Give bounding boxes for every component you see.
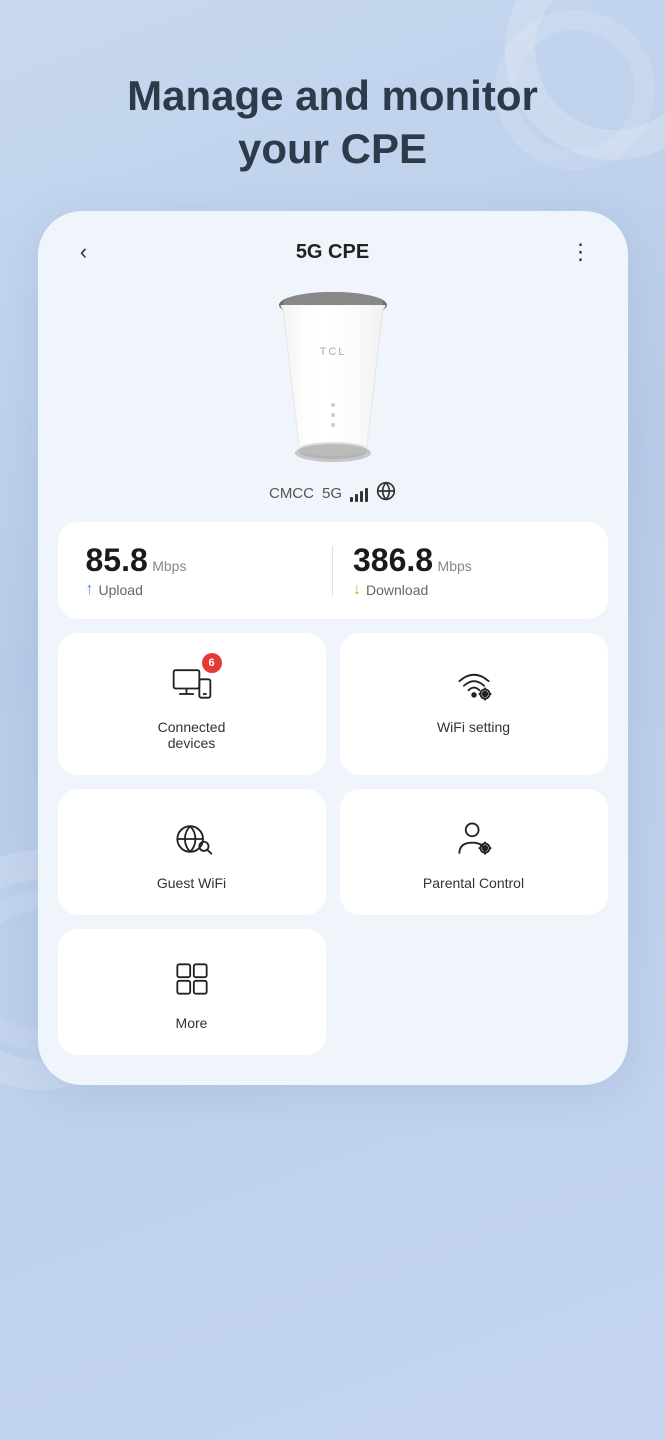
router-area: TCL CMCC 5G xyxy=(38,265,628,522)
parental-control-label: Parental Control xyxy=(423,875,524,891)
network-type: 5G xyxy=(322,485,342,502)
wifi-setting-label: WiFi setting xyxy=(437,719,510,735)
parental-control-icon-wrap xyxy=(448,813,500,865)
connected-devices-badge: 6 xyxy=(202,653,222,673)
wifi-setting-icon xyxy=(452,661,496,705)
more-menu-button[interactable]: ⋮ xyxy=(563,239,599,265)
connected-devices-label: Connecteddevices xyxy=(158,719,226,751)
connected-devices-item[interactable]: 6 Connecteddevices xyxy=(58,633,326,775)
wifi-setting-item[interactable]: WiFi setting xyxy=(340,633,608,775)
menu-grid: 6 Connecteddevices xyxy=(58,633,608,1055)
download-arrow-icon: ↓ xyxy=(353,581,361,599)
signal-bars xyxy=(350,486,368,502)
page-title: Manage and monitor your CPE xyxy=(127,70,538,175)
guest-wifi-label: Guest WiFi xyxy=(157,875,226,891)
upload-value: 85.8 xyxy=(86,542,148,578)
more-label: More xyxy=(176,1015,208,1031)
router-image: TCL xyxy=(243,275,423,475)
network-info: CMCC 5G xyxy=(269,481,396,506)
back-button[interactable]: ‹ xyxy=(66,239,102,265)
guest-wifi-icon xyxy=(170,817,214,861)
more-item[interactable]: More xyxy=(58,929,326,1055)
parental-control-item[interactable]: Parental Control xyxy=(340,789,608,915)
header-title: 5G CPE xyxy=(296,241,369,264)
download-section: 386.8 Mbps ↓ Download xyxy=(353,542,580,599)
bar-3 xyxy=(360,491,363,502)
svg-text:TCL: TCL xyxy=(319,346,346,358)
connected-devices-icon-wrap: 6 xyxy=(166,657,218,709)
guest-wifi-icon-wrap xyxy=(166,813,218,865)
bar-4 xyxy=(365,488,368,502)
wifi-setting-icon-wrap xyxy=(448,657,500,709)
parental-control-icon xyxy=(452,817,496,861)
upload-arrow-icon: ↑ xyxy=(86,581,94,599)
upload-section: 85.8 Mbps ↑ Upload xyxy=(86,542,313,599)
guest-wifi-item[interactable]: Guest WiFi xyxy=(58,789,326,915)
phone-card: ‹ 5G CPE ⋮ xyxy=(38,211,628,1085)
more-icon xyxy=(170,957,214,1001)
download-value: 386.8 xyxy=(353,542,433,578)
speed-card: 85.8 Mbps ↑ Upload 386.8 Mbps ↓ Download xyxy=(58,522,608,619)
bar-1 xyxy=(350,497,353,502)
speed-divider xyxy=(332,546,333,596)
download-label: ↓ Download xyxy=(353,581,580,599)
carrier-label: CMCC xyxy=(269,485,314,502)
more-icon-wrap xyxy=(166,953,218,1005)
phone-header: ‹ 5G CPE ⋮ xyxy=(38,211,628,265)
upload-unit: Mbps xyxy=(152,558,186,574)
upload-label: ↑ Upload xyxy=(86,581,313,599)
download-unit: Mbps xyxy=(438,558,472,574)
globe-icon xyxy=(376,481,396,506)
bar-2 xyxy=(355,494,358,502)
